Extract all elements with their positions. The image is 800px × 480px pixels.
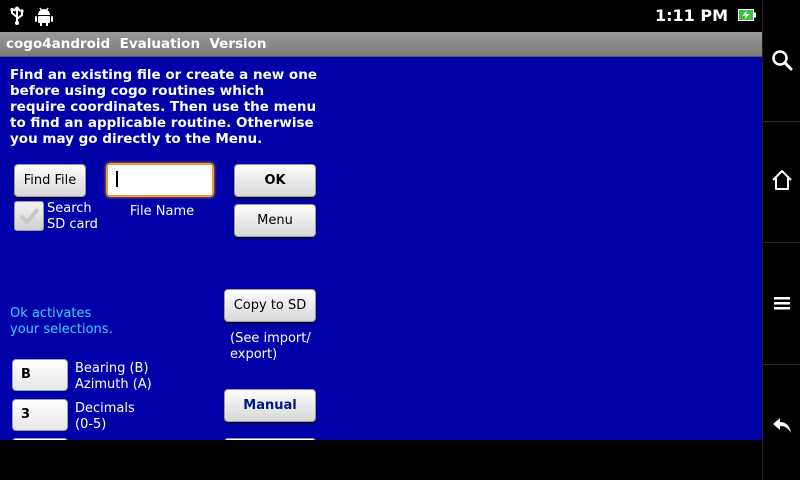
nav-home-button[interactable] bbox=[763, 121, 800, 243]
hint-line1: Ok activates bbox=[10, 306, 92, 321]
search-sd-label-line2: SD card bbox=[47, 217, 98, 232]
bearing-label-line1: Bearing (B) bbox=[75, 361, 149, 376]
usb-icon bbox=[10, 6, 24, 25]
nav-menu-button[interactable] bbox=[763, 243, 800, 365]
search-sd-label: Search SD card bbox=[47, 201, 98, 233]
copy-to-sd-label: Copy to SD bbox=[233, 298, 307, 313]
decimals-label: Decimals (0-5) bbox=[75, 401, 135, 433]
hint-text: Ok activates your selections. bbox=[10, 306, 113, 338]
partial-button[interactable] bbox=[224, 438, 316, 440]
back-icon bbox=[773, 418, 791, 433]
copy-note-line2: export) bbox=[230, 347, 278, 362]
intro-text: Find an existing file or create a new on… bbox=[10, 67, 317, 147]
decimals-label-line1: Decimals bbox=[75, 401, 135, 416]
app-title: cogo4android Evaluation Version bbox=[6, 36, 267, 52]
text-caret bbox=[116, 171, 118, 187]
menu-button[interactable]: Menu bbox=[234, 204, 316, 237]
copy-note-line1: (See import/ bbox=[230, 331, 311, 346]
battery-charging-icon bbox=[738, 9, 756, 21]
nav-back-button[interactable] bbox=[763, 365, 800, 480]
find-file-label: Find File bbox=[23, 173, 77, 188]
main-content: Find an existing file or create a new on… bbox=[0, 57, 762, 440]
file-name-input[interactable] bbox=[106, 163, 214, 197]
title-bar: cogo4android Evaluation Version bbox=[0, 32, 762, 57]
decimals-label-line2: (0-5) bbox=[75, 417, 107, 432]
bearing-label-line2: Azimuth (A) bbox=[75, 377, 152, 392]
copy-to-sd-button[interactable]: Copy to SD bbox=[224, 289, 316, 322]
menu-icon bbox=[774, 297, 790, 310]
search-sd-checkbox[interactable] bbox=[14, 201, 44, 231]
find-file-button[interactable]: Find File bbox=[14, 164, 86, 197]
bearing-label: Bearing (B) Azimuth (A) bbox=[75, 361, 152, 393]
home-icon bbox=[772, 170, 792, 190]
decimals-field[interactable]: 3 bbox=[12, 399, 68, 431]
search-icon bbox=[772, 50, 793, 71]
checkmark-icon bbox=[19, 207, 40, 225]
search-sd-label-line1: Search bbox=[47, 201, 92, 216]
decimals-value: 3 bbox=[21, 407, 31, 422]
copy-note: (See import/ export) bbox=[230, 331, 311, 363]
bearing-field[interactable]: B bbox=[12, 359, 68, 391]
ok-label: OK bbox=[264, 173, 286, 188]
partial-field[interactable] bbox=[12, 438, 68, 440]
manual-button[interactable]: Manual bbox=[224, 389, 316, 422]
status-bar: 1:11 PM bbox=[0, 0, 762, 32]
manual-label: Manual bbox=[243, 398, 297, 413]
hint-line2: your selections. bbox=[10, 322, 113, 337]
ok-button[interactable]: OK bbox=[234, 164, 316, 197]
menu-label: Menu bbox=[257, 213, 293, 228]
system-nav-bar bbox=[762, 0, 800, 480]
nav-search-button[interactable] bbox=[763, 0, 800, 122]
android-debug-icon bbox=[35, 7, 53, 26]
file-name-label: File Name bbox=[129, 204, 195, 219]
status-time: 1:11 PM bbox=[654, 6, 728, 25]
bearing-value: B bbox=[21, 367, 31, 382]
